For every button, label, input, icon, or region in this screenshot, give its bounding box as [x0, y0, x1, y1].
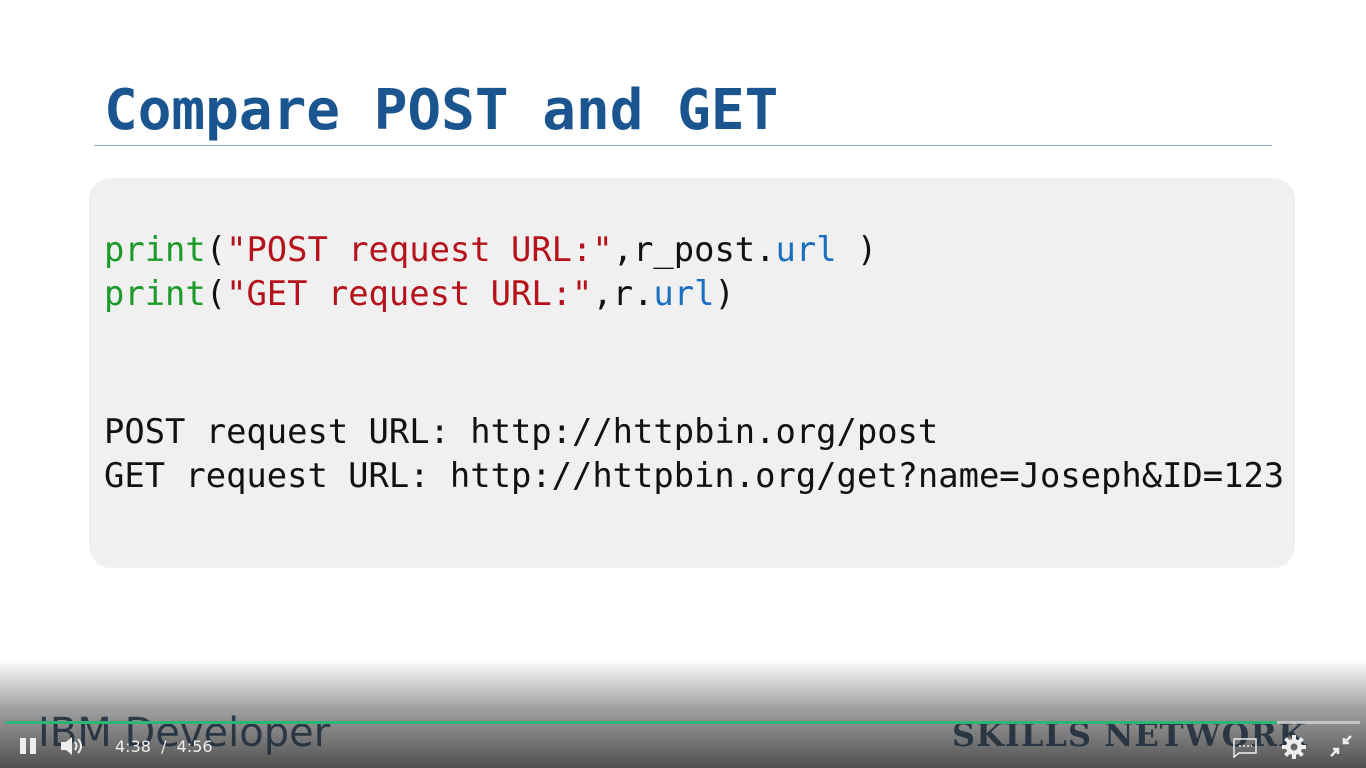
volume-button[interactable]	[60, 735, 86, 761]
code-attr: url	[653, 274, 715, 313]
code-fn: print	[104, 230, 206, 269]
code-paren: (	[205, 274, 227, 313]
code-line-1: print("POST request URL:",r_post.url )	[104, 228, 877, 272]
code-string: "GET request URL:"	[226, 274, 593, 313]
current-time: 4:38	[115, 737, 151, 756]
captions-icon	[1233, 738, 1257, 759]
seek-bar[interactable]	[6, 721, 1360, 724]
pause-button[interactable]	[20, 738, 38, 754]
output-line-2: GET request URL: http://httpbin.org/get?…	[104, 456, 1285, 495]
time-display: 4:38 / 4:56	[115, 737, 213, 756]
slide-title: Compare POST and GET	[104, 78, 779, 143]
code-paren: (	[205, 230, 227, 269]
code-paren: )	[836, 230, 878, 269]
pause-icon	[30, 738, 36, 754]
code-text: ,r.	[592, 274, 654, 313]
exit-fullscreen-button[interactable]	[1330, 735, 1352, 761]
duration: 4:56	[176, 737, 213, 756]
settings-button[interactable]	[1282, 735, 1306, 763]
code-fn: print	[104, 274, 206, 313]
gear-icon	[1282, 735, 1306, 759]
code-text: ,r_post.	[612, 230, 776, 269]
code-attr: url	[775, 230, 837, 269]
time-separator: /	[161, 737, 167, 756]
output-line-1: POST request URL: http://httpbin.org/pos…	[104, 412, 939, 451]
title-rule	[94, 145, 1272, 146]
seek-progress	[6, 721, 1278, 724]
code-string: "POST request URL:"	[226, 230, 613, 269]
pause-icon	[20, 738, 26, 754]
volume-icon	[61, 737, 82, 755]
exit-fullscreen-icon	[1330, 735, 1352, 757]
code-paren: )	[714, 274, 735, 313]
captions-button[interactable]	[1233, 738, 1257, 762]
code-line-2: print("GET request URL:",r.url)	[104, 272, 735, 316]
